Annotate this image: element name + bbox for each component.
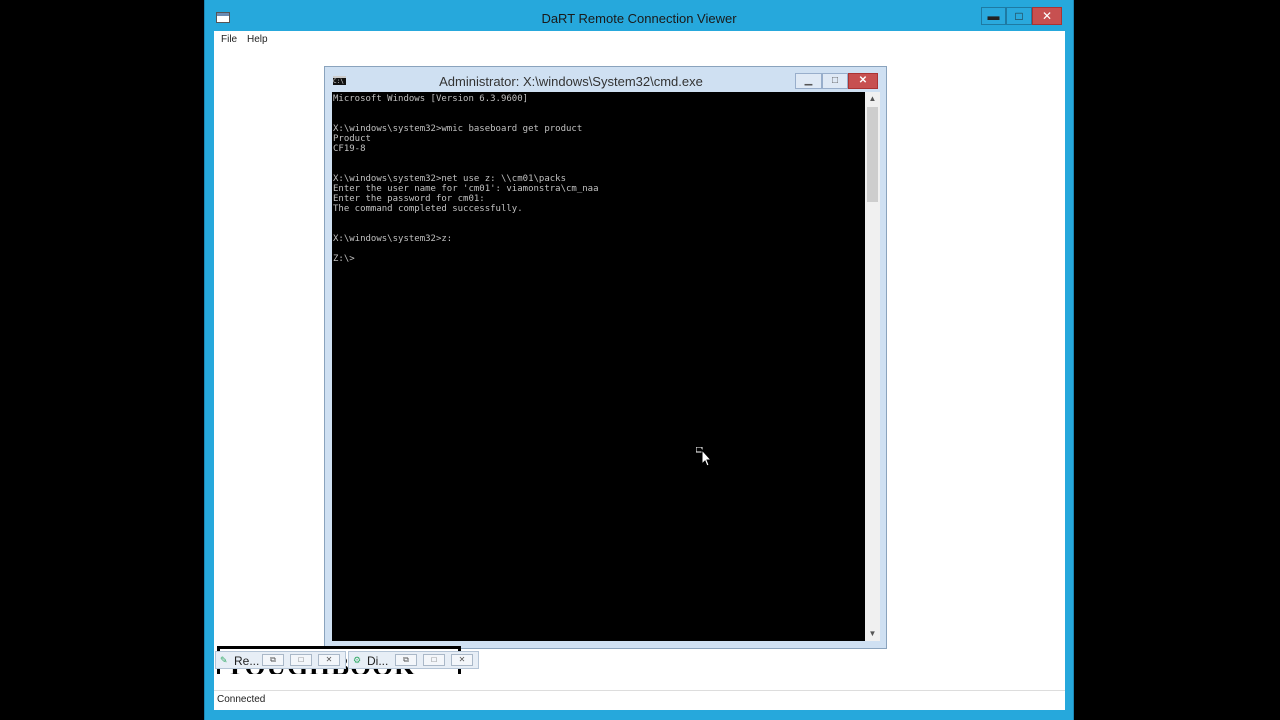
console-line: Enter the password for cm01: [333,194,485,204]
console-line: The command completed successfully. [333,204,523,214]
task-close-button[interactable]: ✕ [451,654,473,666]
status-bar: Connected [214,690,1065,710]
task-restore-button[interactable]: ⧉ [262,654,284,666]
mouse-cursor-icon [696,447,713,467]
scroll-down-arrow-icon[interactable]: ▼ [865,627,880,641]
console-line: CF19-8 [333,144,366,154]
console-line: Microsoft Windows [Version 6.3.9600] [333,94,529,104]
connection-status: Connected [217,694,266,705]
menu-bar: File Help [214,31,1065,50]
cmd-window-title: Administrator: X:\windows\System32\cmd.e… [439,74,703,89]
scroll-up-arrow-icon[interactable]: ▲ [865,92,880,106]
outer-title-bar[interactable]: DaRT Remote Connection Viewer ▬ □ ✕ [205,0,1073,33]
remote-desktop-area[interactable]: C:\ Administrator: X:\windows\System32\c… [214,50,1065,690]
console-line: Product [333,134,371,144]
console-line: X:\windows\system32>wmic baseboard get p… [333,124,583,134]
console-output[interactable]: Microsoft Windows [Version 6.3.9600] X:\w… [332,92,865,641]
console-line: Z:\> [333,254,355,264]
close-button[interactable]: ✕ [1032,7,1062,25]
cmd-maximize-button[interactable]: □ [822,73,848,89]
task-close-button[interactable]: ✕ [318,654,340,666]
viewer-client-area: File Help C:\ Administrator: X:\windows\… [214,31,1065,710]
menu-file[interactable]: File [221,34,237,45]
dart-viewer-window: DaRT Remote Connection Viewer ▬ □ ✕ File… [204,0,1074,720]
task-maximize-button[interactable]: □ [423,654,445,666]
remote-viewer-icon: ✎ [220,655,228,665]
cmd-close-button[interactable]: ✕ [848,73,878,89]
console-line: Enter the user name for 'cm01': viamonst… [333,184,599,194]
console-line: X:\windows\system32>z: [333,234,453,244]
task-maximize-button[interactable]: □ [290,654,312,666]
outer-window-title: DaRT Remote Connection Viewer [541,11,737,26]
task-item-diagnostics[interactable]: ⚙ Di... ⧉ □ ✕ [348,651,479,669]
cmd-minimize-button[interactable]: ▁ [795,73,822,89]
console-scrollbar[interactable]: ▲ ▼ [865,92,880,641]
diagnostics-icon: ⚙ [353,655,362,665]
task-item-remote-viewer[interactable]: ✎ Re... ⧉ □ ✕ [215,651,346,669]
cmd-window: C:\ Administrator: X:\windows\System32\c… [324,66,887,649]
menu-help[interactable]: Help [247,34,268,45]
cmd-title-bar[interactable]: C:\ Administrator: X:\windows\System32\c… [325,67,886,92]
scroll-thumb[interactable] [867,107,878,202]
minimize-button[interactable]: ▬ [981,7,1006,25]
console-line: X:\windows\system32>net use z: \\cm01\pa… [333,174,566,184]
task-item-label: Di... [367,654,389,668]
task-restore-button[interactable]: ⧉ [395,654,417,666]
minimized-windows-bar: ✎ Re... ⧉ □ ✕ ⚙ Di... ⧉ □ ✕ [214,651,1065,669]
maximize-button[interactable]: □ [1006,7,1032,25]
task-item-label: Re... [234,654,260,668]
